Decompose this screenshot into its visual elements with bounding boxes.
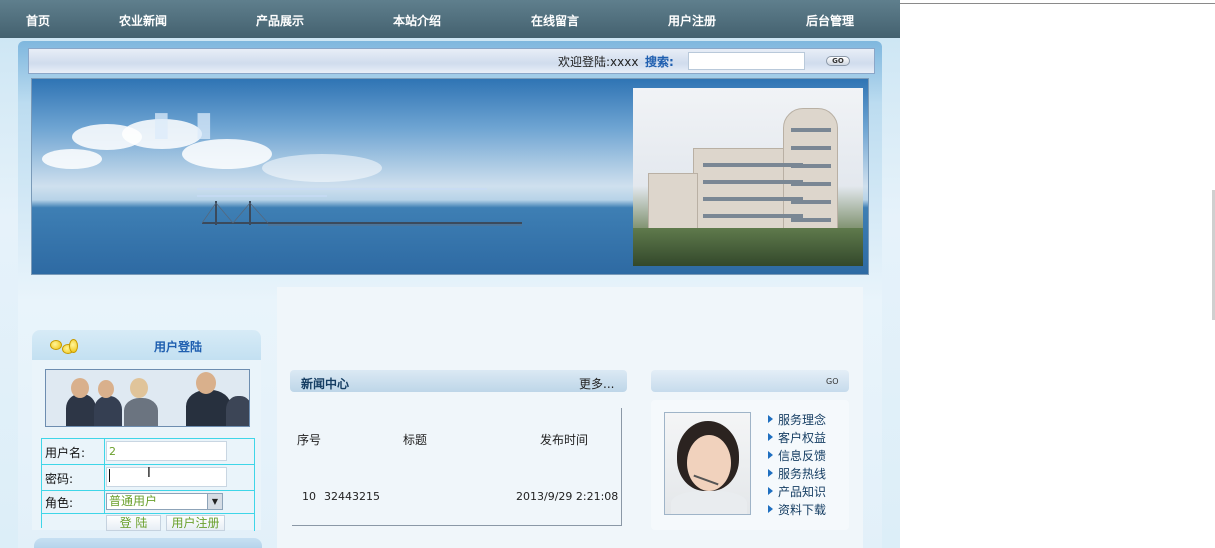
bullet-arrow-icon [768,451,773,459]
column-header-title: 标题 [403,433,428,447]
banner-watermark: ▮ ▮ [152,104,220,144]
service-link-feedback[interactable]: 信息反馈 [768,447,826,464]
nav-about[interactable]: 本站介绍 [393,12,441,29]
username-input[interactable] [106,441,227,461]
next-panel-header [34,538,262,548]
lemon-icon [50,340,62,350]
banner-image: ▮ ▮ [31,78,869,275]
welcome-text: 欢迎登陆:xxxx [558,55,639,69]
bullet-arrow-icon [768,433,773,441]
role-select[interactable]: 普通用户 [106,493,223,510]
nav-home[interactable]: 首页 [26,12,50,29]
password-input[interactable] [106,467,227,487]
username-label: 用户名: [45,446,86,460]
bridge-graphic [202,201,522,226]
bullet-arrow-icon [768,505,773,513]
search-label: 搜索: [645,55,674,69]
nav-products[interactable]: 产品展示 [256,12,304,29]
service-header-bar [651,370,849,392]
news-table [292,408,622,526]
building-photo [633,88,863,266]
text-caret [109,469,110,482]
nav-admin[interactable]: 后台管理 [806,12,854,29]
top-nav: 首页 农业新闻 产品展示 本站介绍 在线留言 用户注册 后台管理 [0,0,900,38]
service-link-rights[interactable]: 客户权益 [768,429,826,446]
news-row-time: 2013/9/29 2:21:08 [516,490,619,503]
page: 首页 农业新闻 产品展示 本站介绍 在线留言 用户注册 后台管理 欢迎登陆:xx… [0,0,900,548]
register-button[interactable]: 用户注册 [166,515,225,531]
news-more-link[interactable]: 更多... [579,375,614,392]
role-select-value: 普通用户 [109,494,158,508]
service-link-hotline[interactable]: 服务热线 [768,465,826,482]
bullet-arrow-icon [768,469,773,477]
nav-guestbook[interactable]: 在线留言 [531,12,579,29]
customer-service-photo [664,412,751,515]
service-link-downloads[interactable]: 资料下载 [768,501,826,518]
login-button[interactable]: 登 陆 [106,515,161,531]
news-row-id: 10 [302,490,316,503]
news-title: 新闻中心 [301,377,350,391]
column-header-time: 发布时间 [540,433,589,447]
lemon-icon [69,339,78,353]
column-header-id: 序号 [297,433,322,447]
chevron-down-icon[interactable]: ▼ [207,494,222,509]
login-title: 用户登陆 [154,340,203,354]
search-go-button[interactable]: GO [826,56,850,66]
nav-agri-news[interactable]: 农业新闻 [119,12,167,29]
service-link-knowledge[interactable]: 产品知识 [768,483,826,500]
ibeam-cursor-icon: Ι [147,466,151,481]
search-input[interactable] [688,52,805,70]
business-people-image [45,369,250,427]
news-row-title[interactable]: 32443215 [324,490,380,503]
window-edge-line [900,3,1215,4]
service-link-philosophy[interactable]: 服务理念 [768,411,826,428]
password-label: 密码: [45,472,74,486]
bullet-arrow-icon [768,487,773,495]
nav-register[interactable]: 用户注册 [668,12,716,29]
bullet-arrow-icon [768,415,773,423]
role-label: 角色: [45,496,74,510]
service-go-link[interactable]: GO [826,377,839,386]
